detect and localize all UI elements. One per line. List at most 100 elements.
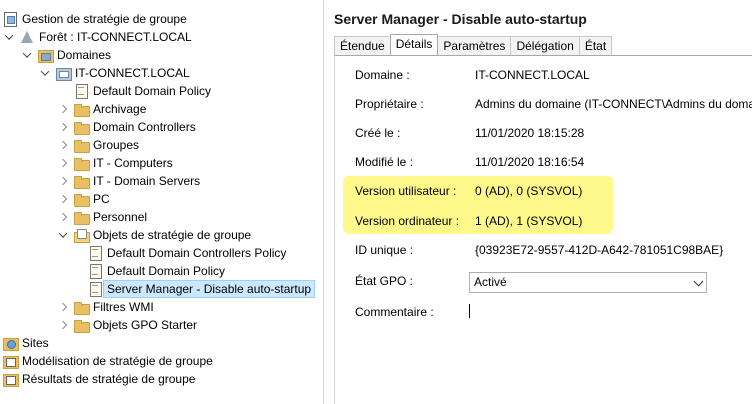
gpo-title: Server Manager - Disable auto-startup (334, 11, 587, 27)
tree-item[interactable]: PC (58, 190, 110, 208)
details-tab-panel: Domaine : IT-CONNECT.LOCAL Propriétaire : A… (334, 55, 752, 404)
folder-icon (73, 174, 90, 189)
field-label: Créé le : (355, 126, 401, 140)
domain-icon (55, 66, 72, 81)
tree-item[interactable]: Résultats de stratégie de groupe (2, 370, 195, 388)
chevron-right-icon[interactable] (58, 176, 68, 186)
domains-icon (37, 48, 54, 63)
tree-item[interactable]: IT - Computers (58, 154, 173, 172)
tree-item[interactable]: Server Manager - Disable auto-startup (76, 280, 316, 298)
tree-item-label: IT - Domain Servers (93, 174, 201, 188)
tab-4[interactable]: État (578, 36, 613, 55)
chevron-down-icon[interactable] (693, 276, 704, 287)
model-icon (2, 372, 19, 387)
tree-item[interactable]: IT-CONNECT.LOCAL (40, 64, 190, 82)
tree-item-label: Personnel (93, 210, 148, 224)
gpo-doc-icon (87, 264, 103, 279)
gpm-icon (2, 12, 18, 27)
tree-item-label: Domain Controllers (93, 120, 196, 134)
tree-item[interactable]: Domaines (22, 46, 111, 64)
tree-item[interactable]: Objets de stratégie de groupe (58, 226, 251, 244)
chevron-right-icon[interactable] (58, 122, 68, 132)
tree-item[interactable]: Forêt : IT-CONNECT.LOCAL (4, 28, 192, 46)
gpo-doc-icon (87, 246, 103, 261)
field-label: Version ordinateur : (355, 214, 460, 228)
tab-3[interactable]: Délégation (510, 36, 580, 55)
tree-item[interactable]: Sites (2, 334, 49, 352)
field-label: Propriétaire : (355, 97, 424, 111)
tree-item-label: Default Domain Controllers Policy (107, 246, 287, 260)
tree-item[interactable]: Default Domain Controllers Policy (76, 244, 286, 262)
tree-item-label: Modélisation de stratégie de groupe (22, 354, 213, 368)
forest-icon (19, 30, 35, 44)
tree-item[interactable]: Domain Controllers (58, 118, 196, 136)
chevron-right-icon[interactable] (58, 320, 68, 330)
tree-item[interactable]: Filtres WMI (58, 298, 154, 316)
chevron-right-icon[interactable] (58, 212, 68, 222)
folder-icon (73, 120, 90, 135)
comment-input[interactable] (469, 304, 470, 318)
tree-item-label: Default Domain Policy (107, 264, 226, 278)
gpo-status-label: État GPO : (355, 274, 414, 288)
chevron-right-icon[interactable] (58, 302, 68, 312)
tree-item[interactable]: Groupes (58, 136, 139, 154)
sites-icon (2, 336, 19, 351)
folder-icon (73, 156, 90, 171)
tree-item-label: IT - Computers (93, 156, 173, 170)
field-label: Version utilisateur : (355, 184, 457, 198)
gpo-doc-icon (73, 84, 89, 99)
tab-0[interactable]: Étendue (334, 36, 391, 55)
gpo-status-value: Activé (474, 275, 507, 289)
tree-item[interactable]: Default Domain Policy (58, 82, 211, 100)
tree-item-label: Default Domain Policy (93, 84, 212, 98)
field-value: IT-CONNECT.LOCAL (475, 68, 590, 82)
gpo-doc-icon (87, 282, 103, 297)
field-value: 11/01/2020 18:16:54 (475, 155, 585, 169)
gpo-folder-icon (73, 228, 90, 243)
folder-icon (73, 138, 90, 153)
tree-pane: Gestion de stratégie de groupe Forêt : IT… (0, 0, 324, 404)
tree-item-label: Archivage (93, 102, 147, 116)
tree-item-label: Forêt : IT-CONNECT.LOCAL (39, 30, 192, 44)
tree-item-label: Domaines (57, 48, 112, 62)
tree-item-label: Gestion de stratégie de groupe (22, 12, 187, 26)
field-value: 0 (AD), 0 (SYSVOL) (475, 184, 583, 198)
chevron-right-icon[interactable] (58, 158, 68, 168)
tree-item[interactable]: Archivage (58, 100, 146, 118)
chevron-right-icon[interactable] (58, 194, 68, 204)
tab-1[interactable]: Détails (389, 34, 439, 55)
tree-item[interactable]: Personnel (58, 208, 147, 226)
chevron-down-icon[interactable] (22, 50, 32, 60)
folder-icon (73, 318, 90, 333)
tree-item-label: Résultats de stratégie de groupe (22, 372, 196, 386)
tree-item[interactable]: Modélisation de stratégie de groupe (2, 352, 213, 370)
field-label: Modifié le : (355, 155, 414, 169)
tree-item-label: Groupes (93, 138, 140, 152)
tree-item-label: Objets de stratégie de groupe (93, 228, 252, 242)
tree-item-label: Objets GPO Starter (93, 318, 198, 332)
tree-item[interactable]: Gestion de stratégie de groupe (2, 10, 187, 28)
field-value: {03923E72-9557-412D-A642-781051C98BAE} (475, 243, 724, 257)
folder-icon (73, 300, 90, 315)
field-value: 11/01/2020 18:15:28 (475, 126, 585, 140)
chevron-right-icon[interactable] (58, 140, 68, 150)
chevron-down-icon[interactable] (40, 68, 50, 78)
tree-item[interactable]: Objets GPO Starter (58, 316, 197, 334)
field-value: 1 (AD), 1 (SYSVOL) (475, 214, 583, 228)
tree-item-label: PC (93, 192, 110, 206)
folder-icon (73, 192, 90, 207)
tree-item[interactable]: IT - Domain Servers (58, 172, 200, 190)
tab-bar: Étendue Détails Paramètres Délégation État (334, 34, 613, 55)
gpo-status-select[interactable]: Activé (469, 272, 707, 293)
chevron-right-icon[interactable] (58, 104, 68, 114)
tree-item-label: Filtres WMI (93, 300, 154, 314)
tree-item[interactable]: Default Domain Policy (76, 262, 225, 280)
comment-label: Commentaire : (355, 305, 434, 319)
chevron-down-icon[interactable] (4, 32, 14, 42)
tab-2[interactable]: Paramètres (437, 36, 512, 55)
chevron-down-icon[interactable] (58, 230, 68, 240)
tree-item-label: Sites (22, 336, 49, 350)
